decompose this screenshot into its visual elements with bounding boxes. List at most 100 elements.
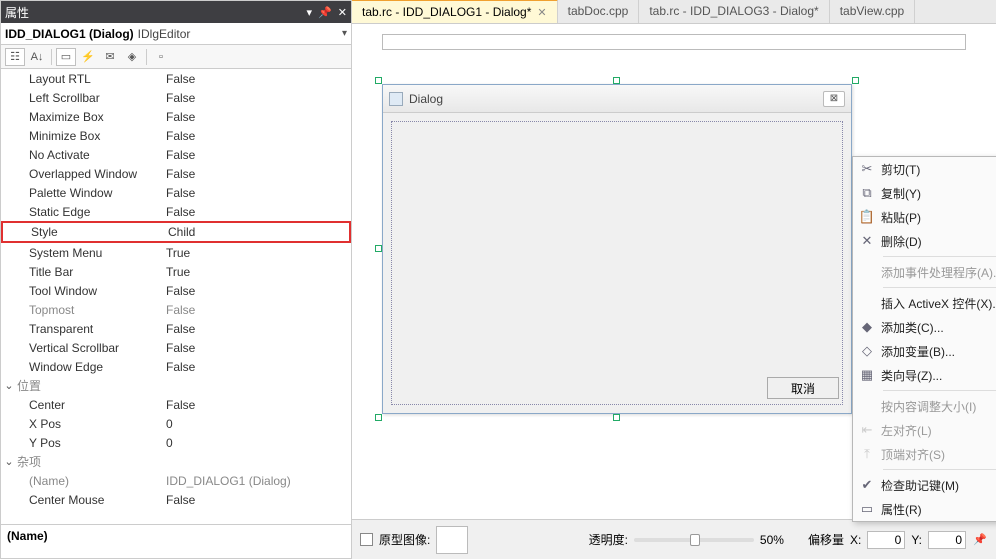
menu-item[interactable]: ◇添加变量(B)... [853, 339, 996, 363]
overrides-icon[interactable]: ◈ [122, 48, 142, 66]
menu-item[interactable]: ✔检查助记键(M)Ctrl+M [853, 473, 996, 497]
property-row[interactable]: Title BarTrue [1, 262, 351, 281]
property-value[interactable]: False [166, 303, 351, 317]
menu-item[interactable]: ⧉复制(Y)Ctrl+C [853, 181, 996, 205]
property-grid[interactable]: Layout RTLFalseLeft ScrollbarFalseMaximi… [1, 69, 351, 524]
opacity-slider[interactable] [634, 538, 754, 542]
dialog-titlebar[interactable]: Dialog ⊠ [383, 85, 851, 113]
property-row[interactable]: Vertical ScrollbarFalse [1, 338, 351, 357]
property-value[interactable]: 0 [166, 436, 351, 450]
mnem-icon: ✔ [853, 477, 881, 493]
properties-icon[interactable]: ▭ [56, 48, 76, 66]
property-value[interactable]: IDD_DIALOG1 (Dialog) [166, 474, 351, 488]
resize-handle-ml[interactable] [375, 245, 382, 252]
menu-item[interactable]: ▦类向导(Z)...Ctrl+Shift+X [853, 363, 996, 387]
events-icon[interactable]: ⚡ [78, 48, 98, 66]
menu-item[interactable]: 插入 ActiveX 控件(X)... [853, 291, 996, 315]
cancel-button[interactable]: 取消 [767, 377, 839, 399]
resize-handle-bc[interactable] [613, 414, 620, 421]
prototype-thumb[interactable] [436, 526, 468, 554]
property-value[interactable]: False [166, 148, 351, 162]
dialog-window[interactable]: Dialog ⊠ 取消 [382, 84, 852, 414]
document-tab[interactable]: tabDoc.cpp [558, 0, 640, 23]
dialog-canvas[interactable]: Dialog ⊠ 取消 ✂剪切(T [352, 24, 996, 519]
alignl-icon: ⇤ [853, 422, 881, 438]
slider-thumb[interactable] [690, 534, 700, 546]
document-tab[interactable]: tabView.cpp [830, 0, 916, 23]
property-row[interactable]: Minimize BoxFalse [1, 126, 351, 145]
resize-handle-tr[interactable] [852, 77, 859, 84]
menu-item[interactable]: 📋粘贴(P)Ctrl+V [853, 205, 996, 229]
property-value[interactable]: False [166, 322, 351, 336]
property-row[interactable]: Layout RTLFalse [1, 69, 351, 88]
property-row[interactable]: Overlapped WindowFalse [1, 164, 351, 183]
x-input[interactable]: 0 [867, 531, 905, 549]
property-row[interactable]: TopmostFalse [1, 300, 351, 319]
property-value[interactable]: 0 [166, 417, 351, 431]
property-value[interactable]: False [166, 186, 351, 200]
property-pages-icon[interactable]: ▫ [151, 48, 171, 66]
menu-label: 添加事件处理程序(A)... [881, 264, 996, 281]
resize-handle-bl[interactable] [375, 414, 382, 421]
property-value[interactable]: False [166, 284, 351, 298]
panel-options-icon[interactable]: ▾ [307, 6, 313, 19]
property-value[interactable]: False [166, 91, 351, 105]
property-row[interactable]: Maximize BoxFalse [1, 107, 351, 126]
property-row[interactable]: No ActivateFalse [1, 145, 351, 164]
document-tab[interactable]: tab.rc - IDD_DIALOG3 - Dialog* [639, 0, 829, 23]
property-group[interactable]: ⌄位置 [1, 376, 351, 395]
property-row[interactable]: Left ScrollbarFalse [1, 88, 351, 107]
property-row[interactable]: System MenuTrue [1, 243, 351, 262]
pin-icon[interactable]: 📌 [972, 532, 988, 548]
panel-close-icon[interactable]: ✕ [338, 6, 347, 19]
menu-label: 添加类(C)... [881, 319, 996, 336]
property-name: Tool Window [1, 284, 166, 298]
dialog-client-area[interactable] [391, 121, 843, 405]
categorized-icon[interactable]: ☷ [5, 48, 25, 66]
property-row[interactable]: Static EdgeFalse [1, 202, 351, 221]
property-value[interactable]: False [166, 360, 351, 374]
document-tab[interactable]: tab.rc - IDD_DIALOG1 - Dialog*✕ [352, 0, 558, 23]
y-input[interactable]: 0 [928, 531, 966, 549]
property-row[interactable]: Y Pos0 [1, 433, 351, 452]
tab-close-icon[interactable]: ✕ [537, 6, 546, 19]
resize-handle-tl[interactable] [375, 77, 382, 84]
dialog-icon [389, 92, 403, 106]
expand-icon[interactable]: ⌄ [1, 379, 17, 392]
property-value[interactable]: True [166, 246, 351, 260]
property-row[interactable]: Window EdgeFalse [1, 357, 351, 376]
property-value[interactable]: False [166, 167, 351, 181]
panel-pin-icon[interactable]: 📌 [318, 6, 332, 19]
dropdown-icon[interactable]: ▾ [342, 28, 347, 39]
property-row[interactable]: Palette WindowFalse [1, 183, 351, 202]
property-value[interactable]: True [166, 265, 351, 279]
property-value[interactable]: False [166, 72, 351, 86]
prototype-checkbox[interactable] [360, 533, 373, 546]
dialog-close-icon[interactable]: ⊠ [823, 91, 845, 107]
property-row[interactable]: StyleChild [3, 223, 349, 241]
property-row[interactable]: CenterFalse [1, 395, 351, 414]
property-value[interactable]: False [166, 110, 351, 124]
resize-handle-tc[interactable] [613, 77, 620, 84]
property-value[interactable]: False [166, 129, 351, 143]
property-row[interactable]: X Pos0 [1, 414, 351, 433]
property-value[interactable]: Child [168, 225, 349, 239]
property-row[interactable]: (Name)IDD_DIALOG1 (Dialog) [1, 471, 351, 490]
property-row[interactable]: Tool WindowFalse [1, 281, 351, 300]
property-name: Maximize Box [1, 110, 166, 124]
menu-item[interactable]: ◆添加类(C)... [853, 315, 996, 339]
menu-item[interactable]: ✂剪切(T)Ctrl+X [853, 157, 996, 181]
messages-icon[interactable]: ✉ [100, 48, 120, 66]
alphabetical-icon[interactable]: A↓ [27, 48, 47, 66]
menu-item[interactable]: ✕删除(D)Del [853, 229, 996, 253]
property-value[interactable]: False [166, 493, 351, 507]
property-row[interactable]: Center MouseFalse [1, 490, 351, 509]
property-value[interactable]: False [166, 205, 351, 219]
property-row[interactable]: TransparentFalse [1, 319, 351, 338]
menu-item[interactable]: ▭属性(R) [853, 497, 996, 521]
property-value[interactable]: False [166, 341, 351, 355]
property-value[interactable]: False [166, 398, 351, 412]
object-selector[interactable]: IDD_DIALOG1 (Dialog) IDlgEditor ▾ [1, 23, 351, 45]
property-group[interactable]: ⌄杂项 [1, 452, 351, 471]
expand-icon[interactable]: ⌄ [1, 455, 17, 468]
